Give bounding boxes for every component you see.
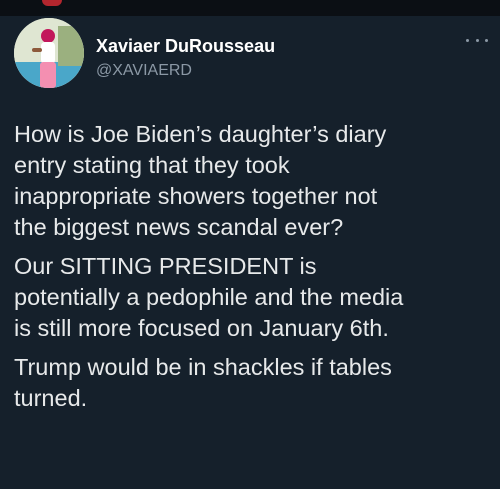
- more-options-icon[interactable]: [466, 32, 488, 48]
- top-strip: [0, 0, 500, 16]
- tweet-text: How is Joe Biden’s daughter’s diary entr…: [14, 119, 494, 422]
- dot-icon: [475, 38, 479, 42]
- notification-badge-fragment: [42, 0, 62, 6]
- dot-icon: [485, 38, 488, 42]
- avatar-photo-icon: [14, 18, 84, 88]
- tweet-paragraph-1: How is Joe Biden’s daughter’s diary entr…: [14, 121, 387, 240]
- author-display-name[interactable]: Xaviaer DuRousseau: [96, 36, 275, 57]
- tweet-card[interactable]: Xaviaer DuRousseau @XAVIAERD How is Joe …: [0, 16, 500, 489]
- tweet-paragraph-3: Trump would be in shackles if tables tur…: [14, 354, 392, 411]
- dot-icon: [466, 38, 469, 42]
- tweet-paragraph-2: Our SITTING PRESIDENT is potentially a p…: [14, 253, 404, 341]
- avatar[interactable]: [14, 18, 84, 88]
- author-handle[interactable]: @XAVIAERD: [96, 62, 192, 80]
